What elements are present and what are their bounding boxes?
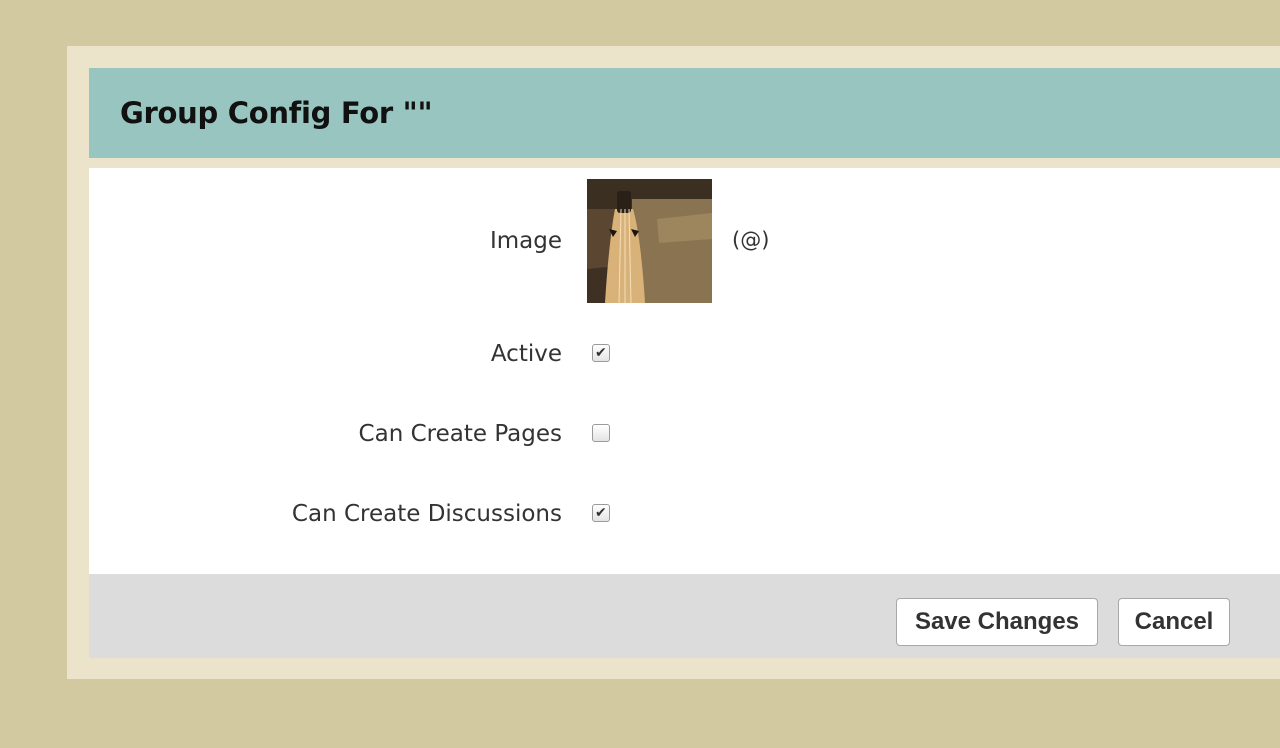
dialog-title: Group Config For "" xyxy=(120,96,433,130)
can-create-pages-label: Can Create Pages xyxy=(358,421,562,447)
active-label: Active xyxy=(490,341,562,367)
checkmark-icon: ✔ xyxy=(595,505,607,521)
dialog-header: Group Config For "" xyxy=(89,68,1280,158)
image-handle: (@) xyxy=(732,228,770,252)
checkmark-icon: ✔ xyxy=(595,345,607,361)
group-config-dialog: Group Config For "" Image (@) Active ✔ C… xyxy=(89,68,1280,658)
group-image[interactable] xyxy=(587,179,712,303)
can-create-discussions-label: Can Create Discussions xyxy=(291,501,562,527)
dialog-footer: Save Changes Cancel xyxy=(89,574,1280,658)
cancel-button[interactable]: Cancel xyxy=(1118,598,1230,646)
header-divider xyxy=(89,158,1280,168)
can-create-pages-checkbox[interactable]: ✔ xyxy=(592,424,610,442)
can-create-discussions-checkbox[interactable]: ✔ xyxy=(592,504,610,522)
save-changes-button[interactable]: Save Changes xyxy=(896,598,1098,646)
instrument-photo xyxy=(587,179,712,303)
active-checkbox[interactable]: ✔ xyxy=(592,344,610,362)
image-label: Image xyxy=(489,228,562,254)
